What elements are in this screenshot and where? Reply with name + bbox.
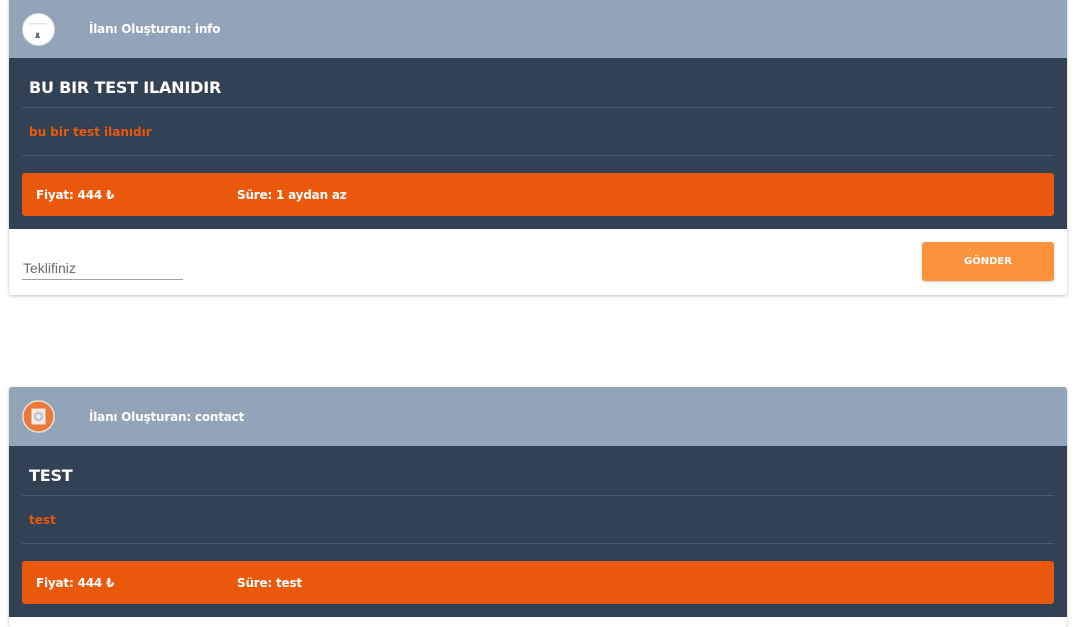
listing-owner: İlanı Oluşturan: info	[89, 22, 221, 36]
user-avatar-icon	[22, 12, 55, 46]
listing-price: Fiyat: 444 ₺	[36, 575, 115, 590]
user-avatar-icon	[22, 400, 55, 433]
listing-title: TEST	[22, 446, 1054, 496]
listing-price-bar: Fiyat: 444 ₺ Süre: 1 aydan az	[22, 173, 1054, 216]
listing-description: test	[22, 496, 1054, 544]
listing-header: İlanı Oluşturan: contact	[9, 387, 1067, 446]
offer-form: GÖNDER	[9, 229, 1067, 295]
listing-title: BU BIR TEST ILANIDIR	[22, 58, 1054, 108]
offer-input[interactable]	[22, 253, 183, 280]
listing-description: bu bir test ilanıdır	[22, 108, 1054, 156]
listing-price-bar: Fiyat: 444 ₺ Süre: test	[22, 561, 1054, 604]
listing-body: BU BIR TEST ILANIDIR bu bir test ilanıdı…	[9, 58, 1067, 229]
listing-duration: Süre: test	[237, 575, 302, 590]
listing-body: TEST test Fiyat: 444 ₺ Süre: test	[9, 446, 1067, 617]
listing-card: İlanı Oluşturan: contact TEST test Fiyat…	[9, 387, 1067, 627]
listing-card: İlanı Oluşturan: info BU BIR TEST ILANID…	[9, 0, 1067, 295]
listing-duration: Süre: 1 aydan az	[237, 187, 347, 202]
send-offer-button[interactable]: GÖNDER	[922, 242, 1054, 281]
listing-header: İlanı Oluşturan: info	[9, 0, 1067, 58]
listing-owner: İlanı Oluşturan: contact	[89, 409, 245, 424]
listing-price: Fiyat: 444 ₺	[36, 187, 115, 202]
